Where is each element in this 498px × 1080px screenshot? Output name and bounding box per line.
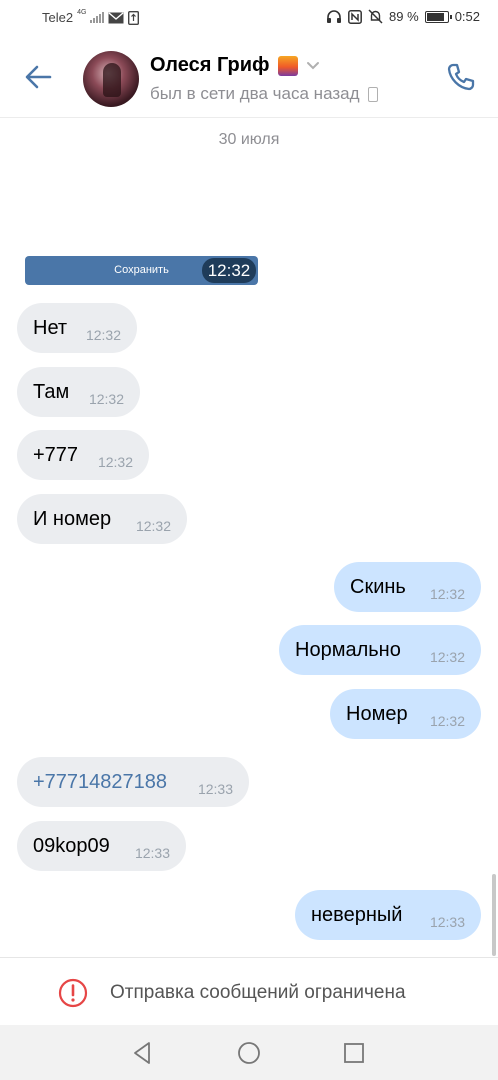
clock: 0:52 xyxy=(454,9,480,24)
message-text: +777 xyxy=(33,443,79,466)
sim-card-icon xyxy=(128,10,140,25)
sunset-emoji-icon xyxy=(277,55,298,76)
status-bar-right: 89 % 0:52 xyxy=(326,9,480,24)
message-text: Нормально xyxy=(295,638,401,661)
restriction-text: Отправка сообщений ограничена xyxy=(110,982,406,1003)
message-bubble[interactable]: Скинь 12:32 xyxy=(334,562,481,612)
message-time: 12:32 xyxy=(88,391,124,407)
recents-square-icon[interactable] xyxy=(341,1040,367,1066)
avatar-figure xyxy=(103,63,121,97)
mobile-device-icon xyxy=(367,86,378,102)
message-text: 09kop09 xyxy=(33,834,110,857)
battery-icon xyxy=(424,10,452,23)
phone-number-link[interactable]: +77714827188 xyxy=(33,771,167,794)
phone-icon[interactable] xyxy=(444,60,478,94)
message-bubble[interactable]: Нет 12:32 xyxy=(17,303,137,353)
warning-circle-icon xyxy=(58,978,88,1008)
mute-bell-icon xyxy=(368,9,383,24)
contact-name: Олеся Гриф xyxy=(150,54,270,76)
scrollbar[interactable] xyxy=(492,874,496,956)
message-time: 12:32 xyxy=(85,327,121,343)
message-time: 12:32 xyxy=(135,518,171,534)
message-bubble[interactable]: 09kop09 12:33 xyxy=(17,821,186,871)
back-triangle-icon[interactable] xyxy=(130,1040,156,1066)
signal-icon xyxy=(90,12,105,23)
message-time: 12:32 xyxy=(429,649,465,665)
message-bubble[interactable]: +777 12:32 xyxy=(17,430,149,480)
message-bubble[interactable]: +77714827188 12:33 xyxy=(17,757,249,807)
home-circle-icon[interactable] xyxy=(236,1040,262,1066)
status-bar-left: Tele2 4G xyxy=(42,9,140,25)
message-bubble[interactable]: И номер 12:32 xyxy=(17,494,187,544)
message-text: Номер xyxy=(346,702,408,725)
battery-percent: 89 % xyxy=(389,9,419,24)
message-time: 12:33 xyxy=(429,914,465,930)
contact-name-row[interactable]: Олеся Гриф xyxy=(150,54,320,77)
date-separator: 30 июля xyxy=(218,131,280,148)
battery-fill xyxy=(426,12,444,21)
chat-header: Олеся Гриф был в сети два часа назад xyxy=(0,38,498,118)
message-text: Скинь xyxy=(350,575,406,598)
contact-status-row: был в сети два часа назад xyxy=(150,84,378,104)
network-type: 4G xyxy=(77,9,87,16)
nfc-icon xyxy=(348,9,362,24)
message-time: 12:33 xyxy=(197,781,233,797)
mail-icon xyxy=(108,11,124,23)
system-nav-bar xyxy=(0,1025,498,1080)
message-text: И номер xyxy=(33,507,112,530)
contact-status: был в сети два часа назад xyxy=(150,84,360,103)
chat-screen: Tele2 4G 89 % 0:52 Олеся Гриф был в сети… xyxy=(0,0,498,1080)
message-text: неверный xyxy=(311,903,403,926)
status-bar: Tele2 4G 89 % 0:52 xyxy=(0,0,498,38)
arrow-left-icon[interactable] xyxy=(22,60,56,94)
message-bubble[interactable]: неверный 12:33 xyxy=(295,890,481,940)
message-time: 12:32 xyxy=(429,586,465,602)
message-time: 12:32 xyxy=(97,454,133,470)
message-text: Нет xyxy=(33,316,68,339)
message-text: Там xyxy=(33,380,70,403)
message-time: 12:32 xyxy=(202,258,256,283)
carrier-label: Tele2 xyxy=(42,10,74,25)
message-time: 12:33 xyxy=(134,845,170,861)
headphones-icon xyxy=(327,9,342,23)
message-time: 12:32 xyxy=(429,713,465,729)
chevron-down-icon[interactable] xyxy=(306,61,320,71)
message-list[interactable]: 30 июля Сохранить 12:32 Нет 12:32 Там 12… xyxy=(0,119,498,957)
save-button[interactable]: Сохранить 12:32 xyxy=(25,256,258,285)
message-bubble[interactable]: Нормально 12:32 xyxy=(279,625,481,675)
message-bubble[interactable]: Там 12:32 xyxy=(17,367,140,417)
messaging-restricted-bar: Отправка сообщений ограничена xyxy=(0,957,498,1025)
message-bubble[interactable]: Номер 12:32 xyxy=(330,689,481,739)
avatar[interactable] xyxy=(83,51,139,107)
